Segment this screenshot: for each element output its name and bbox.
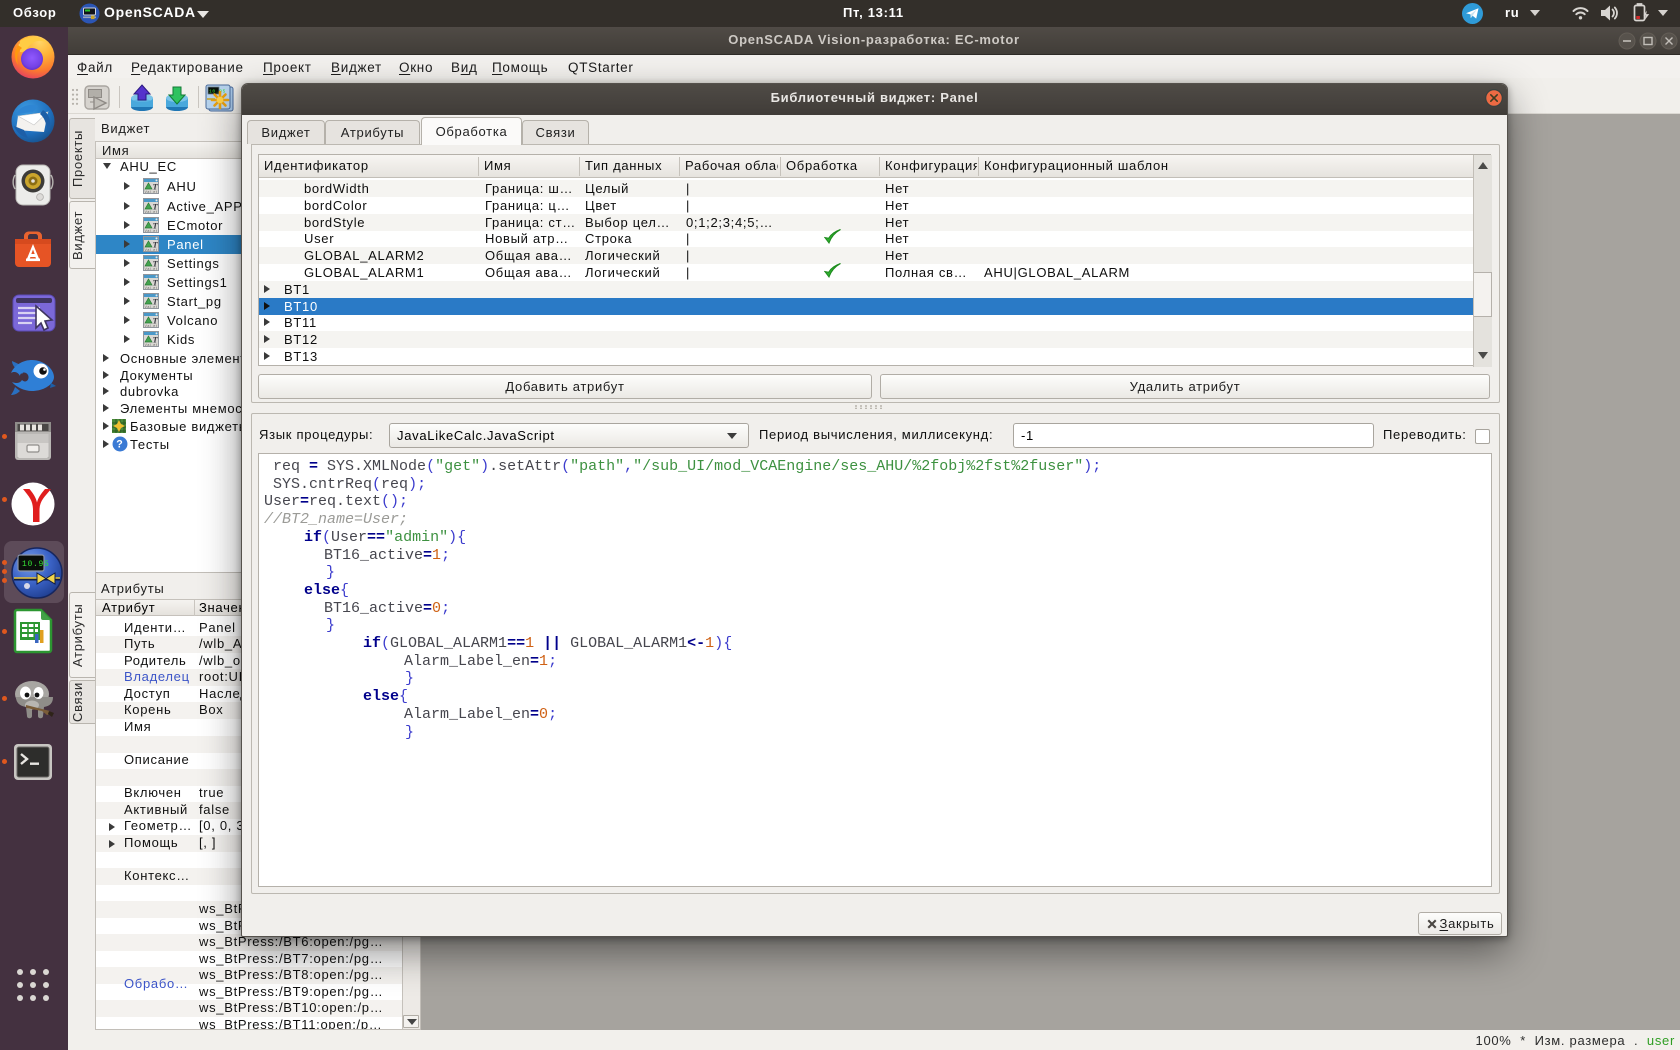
svg-text:10.95: 10.95 (22, 560, 50, 569)
svg-text:10.95: 10.95 (209, 89, 226, 95)
svg-text:?: ? (116, 439, 123, 451)
